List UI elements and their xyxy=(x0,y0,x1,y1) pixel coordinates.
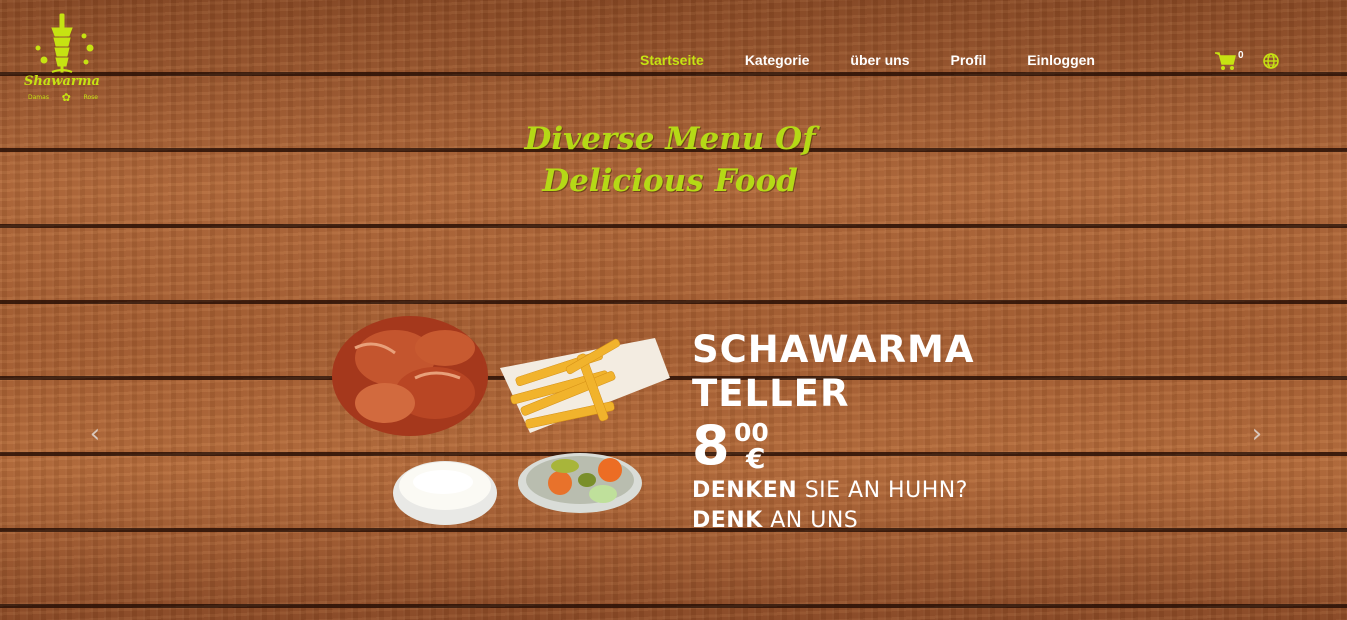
tagline-1-rest: SIE AN HUHN? xyxy=(797,478,968,503)
main-nav: Startseite Kategorie über uns Profil Ein… xyxy=(640,52,1136,68)
price-main: 8 xyxy=(692,414,730,477)
logo-subtitle: Damas ✿ Rose xyxy=(28,91,98,104)
logo-name: Shawarma xyxy=(24,74,100,89)
hero-headline: Diverse Menu Of Delicious Food xyxy=(520,118,820,202)
cart-count-badge: 0 xyxy=(1238,50,1244,61)
promo-title-line1: SCHAWARMA xyxy=(692,328,975,371)
pickles-bowl-image xyxy=(518,453,642,513)
nav-ueber-uns[interactable]: über uns xyxy=(850,52,909,68)
meat-image xyxy=(332,316,488,436)
carousel-prev-icon[interactable]: ‹ xyxy=(84,420,106,448)
logo-sub-right: Rose xyxy=(83,94,98,101)
nav-kategorie[interactable]: Kategorie xyxy=(745,52,810,68)
price-currency: € xyxy=(746,442,766,475)
nav-profil[interactable]: Profil xyxy=(951,52,987,68)
promo-tagline-1: DENKEN SIE AN HUHN? xyxy=(692,476,974,506)
tagline-2-rest: AN UNS xyxy=(762,508,859,533)
logo-sub-left: Damas xyxy=(28,94,49,101)
promo-tagline-2: DENK AN UNS xyxy=(692,506,974,536)
carousel-next-icon[interactable]: › xyxy=(1246,420,1268,448)
hero-headline-line2: Delicious Food xyxy=(542,163,798,199)
nav-startseite[interactable]: Startseite xyxy=(640,52,704,68)
tagline-2-bold: DENK xyxy=(692,508,763,533)
logo-star-icon: ✿ xyxy=(61,91,71,104)
tagline-1-bold: DENKEN xyxy=(692,478,798,503)
fries-image xyxy=(500,338,670,433)
nav-einloggen[interactable]: Einloggen xyxy=(1027,52,1095,68)
sauce-cup-image xyxy=(393,461,497,525)
globe-icon[interactable] xyxy=(1262,52,1280,70)
price-tag: 8 00 € xyxy=(692,416,974,476)
promo-title-line2: TELLER xyxy=(692,372,850,415)
shawarma-plate-image xyxy=(332,316,670,525)
hero-headline-line1: Diverse Menu Of xyxy=(524,121,816,157)
promo-text: SCHAWARMA TELLER 8 00 € DENKEN SIE AN HU… xyxy=(692,328,974,536)
